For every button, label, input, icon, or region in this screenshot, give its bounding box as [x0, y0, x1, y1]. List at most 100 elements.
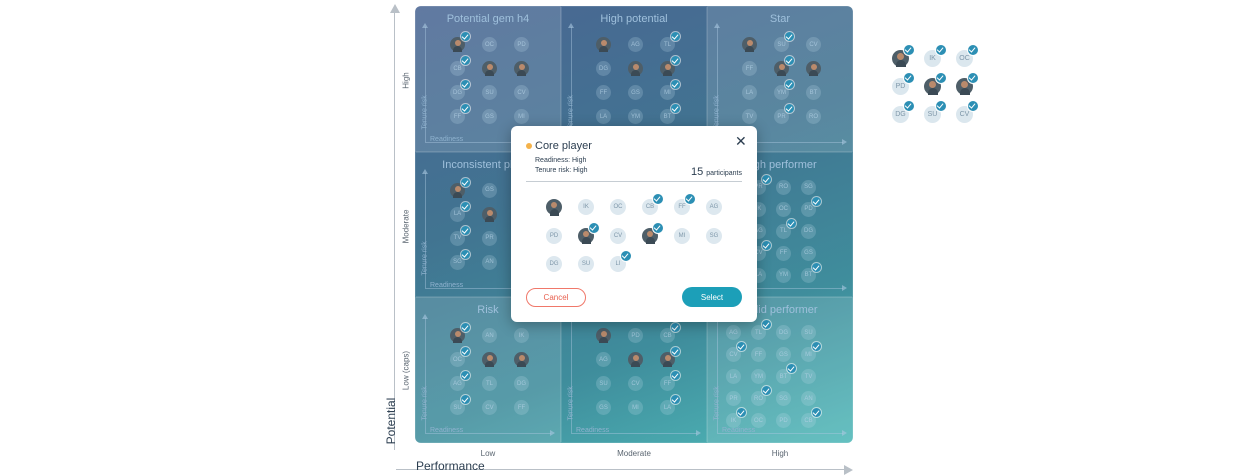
participant-avatar[interactable]: GS [776, 347, 791, 363]
participant-avatar[interactable]: DG [596, 61, 611, 76]
participant-avatar[interactable] [450, 177, 470, 198]
participant-avatar[interactable] [742, 37, 757, 52]
selected-participant-avatar[interactable]: PD [892, 73, 914, 95]
participant-avatar[interactable]: CV [482, 400, 497, 416]
participant-avatar[interactable]: SG [776, 391, 791, 407]
dialog-participant-avatar[interactable] [642, 222, 663, 244]
participant-avatar[interactable]: RO [806, 109, 821, 124]
dialog-participant-avatar[interactable]: AG [706, 199, 722, 215]
participant-avatar[interactable]: LA [726, 369, 741, 385]
participant-avatar[interactable]: YM [774, 80, 794, 100]
participant-avatar[interactable] [806, 61, 821, 76]
participant-avatar[interactable]: GS [596, 400, 611, 416]
participant-avatar[interactable]: TV [801, 369, 816, 385]
dialog-participant-avatar[interactable]: IK [578, 199, 594, 215]
participant-avatar[interactable] [514, 352, 529, 368]
dialog-participant-avatar[interactable]: OC [610, 199, 626, 215]
participant-avatar[interactable]: GS [482, 182, 497, 198]
participant-avatar[interactable]: AG [726, 325, 741, 341]
participant-avatar[interactable]: PR [726, 391, 741, 407]
selected-participant-avatar[interactable]: IK [924, 45, 946, 67]
participant-avatar[interactable]: CV [806, 37, 821, 52]
participant-avatar[interactable] [450, 323, 470, 344]
participant-avatar[interactable]: TL [660, 32, 680, 52]
participant-avatar[interactable]: SU [482, 85, 497, 100]
participant-avatar[interactable]: SU [596, 376, 611, 392]
participant-avatar[interactable]: SU [774, 32, 794, 52]
participant-avatar[interactable]: DG [776, 325, 791, 341]
participant-avatar[interactable]: GS [628, 85, 643, 100]
participant-avatar[interactable]: BT [776, 364, 796, 385]
dialog-participant-avatar[interactable]: DG [546, 256, 562, 272]
participant-avatar[interactable] [450, 32, 470, 52]
participant-avatar[interactable]: PR [774, 104, 794, 124]
participant-avatar[interactable]: MI [514, 109, 529, 124]
participant-avatar[interactable]: AG [628, 37, 643, 52]
participant-avatar[interactable]: CV [726, 342, 746, 363]
participant-avatar[interactable]: AN [482, 254, 497, 270]
participant-avatar[interactable] [628, 352, 643, 368]
selected-participant-avatar[interactable] [956, 73, 978, 95]
selected-participant-avatar[interactable] [924, 73, 946, 95]
participant-avatar[interactable]: MI [628, 400, 643, 416]
participant-avatar[interactable] [774, 56, 794, 76]
participant-avatar[interactable]: FF [751, 347, 766, 363]
participant-avatar[interactable]: IK [514, 328, 529, 344]
participant-avatar[interactable]: YM [751, 369, 766, 385]
participant-avatar[interactable]: PD [628, 328, 643, 344]
select-button[interactable]: Select [682, 287, 742, 307]
participant-avatar[interactable] [628, 61, 643, 76]
participant-avatar[interactable]: BT [660, 104, 680, 124]
participant-avatar[interactable]: DG [514, 376, 529, 392]
participant-avatar[interactable]: TV [450, 225, 470, 246]
selected-participant-avatar[interactable]: SU [924, 101, 946, 123]
selected-participant-avatar[interactable]: CV [956, 101, 978, 123]
participant-avatar[interactable]: BT [801, 262, 821, 283]
participant-avatar[interactable]: LA [450, 201, 470, 222]
participant-avatar[interactable]: FF [514, 400, 529, 416]
participant-avatar[interactable]: PR [482, 230, 497, 246]
participant-avatar[interactable]: AG [596, 352, 611, 368]
participant-avatar[interactable]: RO [776, 179, 791, 195]
participant-avatar[interactable]: RO [751, 386, 771, 407]
participant-avatar[interactable]: YM [628, 109, 643, 124]
participant-avatar[interactable]: CV [514, 85, 529, 100]
participant-avatar[interactable]: LA [596, 109, 611, 124]
participant-avatar[interactable]: DG [801, 223, 816, 239]
participant-avatar[interactable]: FF [450, 104, 470, 124]
participant-avatar[interactable]: TL [482, 376, 497, 392]
participant-avatar[interactable]: DG [450, 80, 470, 100]
participant-avatar[interactable]: GS [801, 245, 816, 261]
participant-avatar[interactable]: TV [742, 109, 757, 124]
participant-avatar[interactable]: FF [596, 85, 611, 100]
participant-avatar[interactable]: MI [801, 342, 821, 363]
participant-avatar[interactable]: BT [806, 85, 821, 100]
selected-participant-avatar[interactable] [892, 45, 914, 67]
participant-avatar[interactable]: CV [628, 376, 643, 392]
participant-avatar[interactable] [660, 56, 680, 76]
close-icon[interactable]: ✕ [735, 134, 747, 148]
dialog-participant-avatar[interactable]: SG [706, 227, 722, 244]
dialog-participant-avatar[interactable]: LI [610, 251, 631, 272]
participant-avatar[interactable]: OC [751, 413, 766, 429]
participant-avatar[interactable]: CB [450, 56, 470, 76]
participant-avatar[interactable]: FF [776, 245, 791, 261]
participant-avatar[interactable]: LA [660, 395, 680, 416]
participant-avatar[interactable] [514, 61, 529, 76]
participant-avatar[interactable]: CB [801, 408, 821, 429]
participant-avatar[interactable]: TL [751, 320, 771, 341]
dialog-participant-avatar[interactable]: FF [674, 194, 695, 215]
participant-avatar[interactable] [596, 37, 611, 52]
dialog-participant-avatar[interactable]: MI [674, 227, 690, 244]
participant-avatar[interactable]: MI [660, 80, 680, 100]
participant-avatar[interactable]: FF [660, 371, 680, 392]
participant-avatar[interactable]: GS [482, 109, 497, 124]
participant-avatar[interactable]: PD [776, 413, 791, 429]
participant-avatar[interactable]: OC [482, 37, 497, 52]
dialog-participant-avatar[interactable]: CB [642, 194, 663, 215]
dialog-participant-avatar[interactable]: CV [610, 227, 626, 244]
participant-avatar[interactable]: OC [776, 201, 791, 217]
participant-avatar[interactable]: AN [482, 328, 497, 344]
participant-avatar[interactable] [482, 61, 497, 76]
participant-avatar[interactable]: AG [450, 371, 470, 392]
